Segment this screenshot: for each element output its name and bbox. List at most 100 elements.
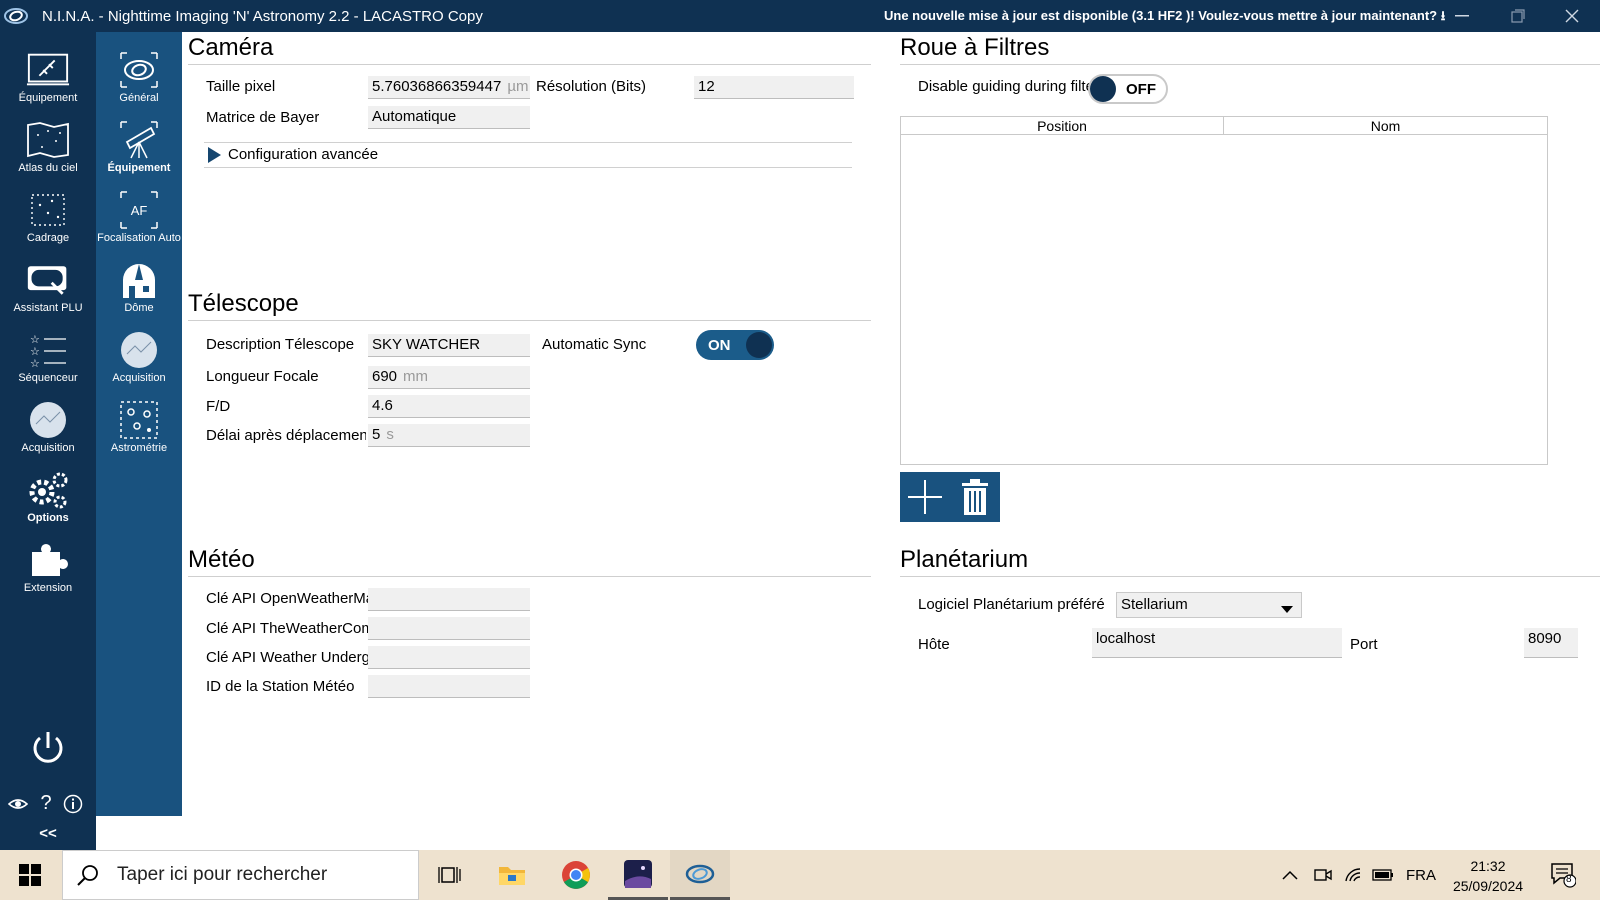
about-button[interactable] xyxy=(63,794,83,814)
battery-icon xyxy=(1372,869,1393,881)
nav-options[interactable]: Options xyxy=(0,466,96,534)
subnav-autofocus[interactable]: AF Focalisation Auto xyxy=(96,186,182,254)
taskbar-clock[interactable]: 21:32 25/09/2024 xyxy=(1440,856,1536,896)
filterwheel-heading: Roue à Filtres xyxy=(900,34,1050,61)
nina-logo-icon xyxy=(685,864,715,883)
column-header-position[interactable]: Position xyxy=(900,116,1224,135)
add-filter-button[interactable] xyxy=(900,472,950,522)
toggle-knob xyxy=(1090,76,1116,102)
divider xyxy=(188,320,871,321)
stellarium-icon xyxy=(624,859,652,888)
primary-sidebar: Équipement Atlas du ciel Cadrage Assista… xyxy=(0,32,96,850)
focal-ratio-input[interactable]: 4.6 xyxy=(368,395,530,418)
weather-station-input[interactable] xyxy=(368,675,530,698)
bayer-label: Matrice de Bayer xyxy=(206,109,320,126)
filter-table[interactable]: Position Nom xyxy=(900,116,1548,465)
power-button[interactable] xyxy=(28,728,68,768)
pixel-size-input[interactable]: 5.76036866359447 µm xyxy=(368,76,530,99)
automatic-sync-toggle[interactable]: ON xyxy=(696,330,774,360)
disable-guiding-toggle[interactable]: OFF xyxy=(1088,74,1168,104)
help-icon: ? xyxy=(40,792,52,814)
close-button[interactable] xyxy=(1544,0,1600,32)
network-button[interactable] xyxy=(1344,850,1364,900)
resolution-input[interactable]: 12 xyxy=(694,76,854,99)
nav-framing[interactable]: Cadrage xyxy=(0,186,96,254)
host-input[interactable]: localhost xyxy=(1092,628,1342,658)
notification-center-button[interactable]: 8 xyxy=(1550,850,1576,900)
pixel-size-label: Taille pixel xyxy=(206,78,276,95)
owm-api-key-label: Clé API OpenWeatherMap xyxy=(206,590,368,607)
framing-icon xyxy=(26,190,70,230)
collapse-sidebar-button[interactable]: << xyxy=(0,816,96,850)
chrome-icon xyxy=(562,861,590,889)
twc-api-key-input[interactable] xyxy=(368,617,530,640)
resolution-label: Résolution (Bits) xyxy=(536,78,647,95)
settings-panel: Caméra Taille pixel 5.76036866359447 µm R… xyxy=(182,32,1600,816)
wu-api-key-input[interactable] xyxy=(368,646,530,669)
input-language-button[interactable]: FRA xyxy=(1406,850,1436,900)
battery-button[interactable] xyxy=(1372,850,1394,900)
dome-icon xyxy=(117,260,161,300)
clock-date: 25/09/2024 xyxy=(1452,878,1524,894)
camera-icon xyxy=(1314,869,1332,881)
nina-taskbar-button[interactable] xyxy=(670,850,730,900)
sequencer-icon: ☆ ☆ ☆ xyxy=(26,330,70,370)
owm-api-key-input[interactable] xyxy=(368,588,530,611)
divider xyxy=(900,576,1600,577)
task-view-button[interactable] xyxy=(420,850,480,900)
telescope-description-input[interactable]: SKY WATCHER xyxy=(368,334,530,357)
settle-delay-unit: s xyxy=(386,426,394,443)
plate-solve-icon xyxy=(117,400,161,440)
file-explorer-button[interactable] xyxy=(482,850,542,900)
planetarium-software-select[interactable]: Stellarium xyxy=(1116,592,1302,618)
telescope-heading: Télescope xyxy=(188,290,299,317)
subnav-dome[interactable]: Dôme xyxy=(96,256,182,324)
settle-delay-input[interactable]: 5s xyxy=(368,424,530,447)
nav-sky-atlas[interactable]: Atlas du ciel xyxy=(0,116,96,184)
chrome-button[interactable] xyxy=(546,850,606,900)
divider xyxy=(188,64,871,65)
column-header-name[interactable]: Nom xyxy=(1223,116,1548,135)
telescope-description-label: Description Télescope xyxy=(206,336,355,353)
update-notice-link[interactable]: Une nouvelle mise à jour est disponible … xyxy=(884,7,1445,29)
advanced-config-expander[interactable]: Configuration avancée xyxy=(204,142,852,168)
autofocus-glyph: AF xyxy=(130,202,148,218)
port-input[interactable]: 8090 xyxy=(1524,628,1578,658)
twc-api-key-label: Clé API TheWeatherCompany xyxy=(206,620,368,637)
autofocus-icon: AF xyxy=(117,190,161,230)
toggle-knob xyxy=(746,332,772,358)
nav-imaging[interactable]: Acquisition xyxy=(0,396,96,464)
nav-equipment[interactable]: Équipement xyxy=(0,46,96,114)
meet-now-button[interactable] xyxy=(1314,850,1332,900)
divider xyxy=(900,64,1600,65)
expand-triangle-icon xyxy=(206,147,222,168)
eye-button[interactable] xyxy=(7,794,29,814)
subnav-equipment[interactable]: Équipement xyxy=(96,116,182,184)
minimize-button[interactable] xyxy=(1434,0,1490,32)
notification-icon xyxy=(1551,863,1576,888)
bayer-select[interactable]: Automatique xyxy=(368,106,530,129)
toggle-state: OFF xyxy=(1126,80,1156,98)
folder-icon xyxy=(499,867,525,885)
show-hidden-icons-button[interactable] xyxy=(1282,850,1298,900)
planetarium-software-value: Stellarium xyxy=(1121,596,1188,613)
gears-icon xyxy=(26,470,70,510)
subnav-imaging[interactable]: Acquisition xyxy=(96,326,182,394)
taskbar-search-box[interactable]: Taper ici pour rechercher xyxy=(62,850,419,900)
subnav-plate-solving[interactable]: Astrométrie xyxy=(96,396,182,464)
focal-length-label: Longueur Focale xyxy=(206,368,319,385)
nav-sequencer[interactable]: ☆ ☆ ☆ Séquenceur xyxy=(0,326,96,394)
nav-label: Atlas du ciel xyxy=(18,162,78,174)
stellarium-button[interactable] xyxy=(608,850,668,900)
power-icon xyxy=(33,732,63,763)
maximize-button[interactable] xyxy=(1490,0,1546,32)
nav-plugins[interactable]: Extension xyxy=(0,536,96,604)
subnav-label: Astrométrie xyxy=(110,442,168,454)
start-button[interactable] xyxy=(0,850,60,900)
subnav-general[interactable]: Général xyxy=(96,46,182,114)
planetarium-software-label: Logiciel Planétarium préféré xyxy=(918,596,1105,613)
nav-flat-wizard[interactable]: Assistant PLU xyxy=(0,256,96,324)
help-button[interactable]: ? xyxy=(36,792,56,816)
delete-filter-button[interactable] xyxy=(950,472,1000,522)
focal-length-input[interactable]: 690 mm xyxy=(368,366,530,389)
